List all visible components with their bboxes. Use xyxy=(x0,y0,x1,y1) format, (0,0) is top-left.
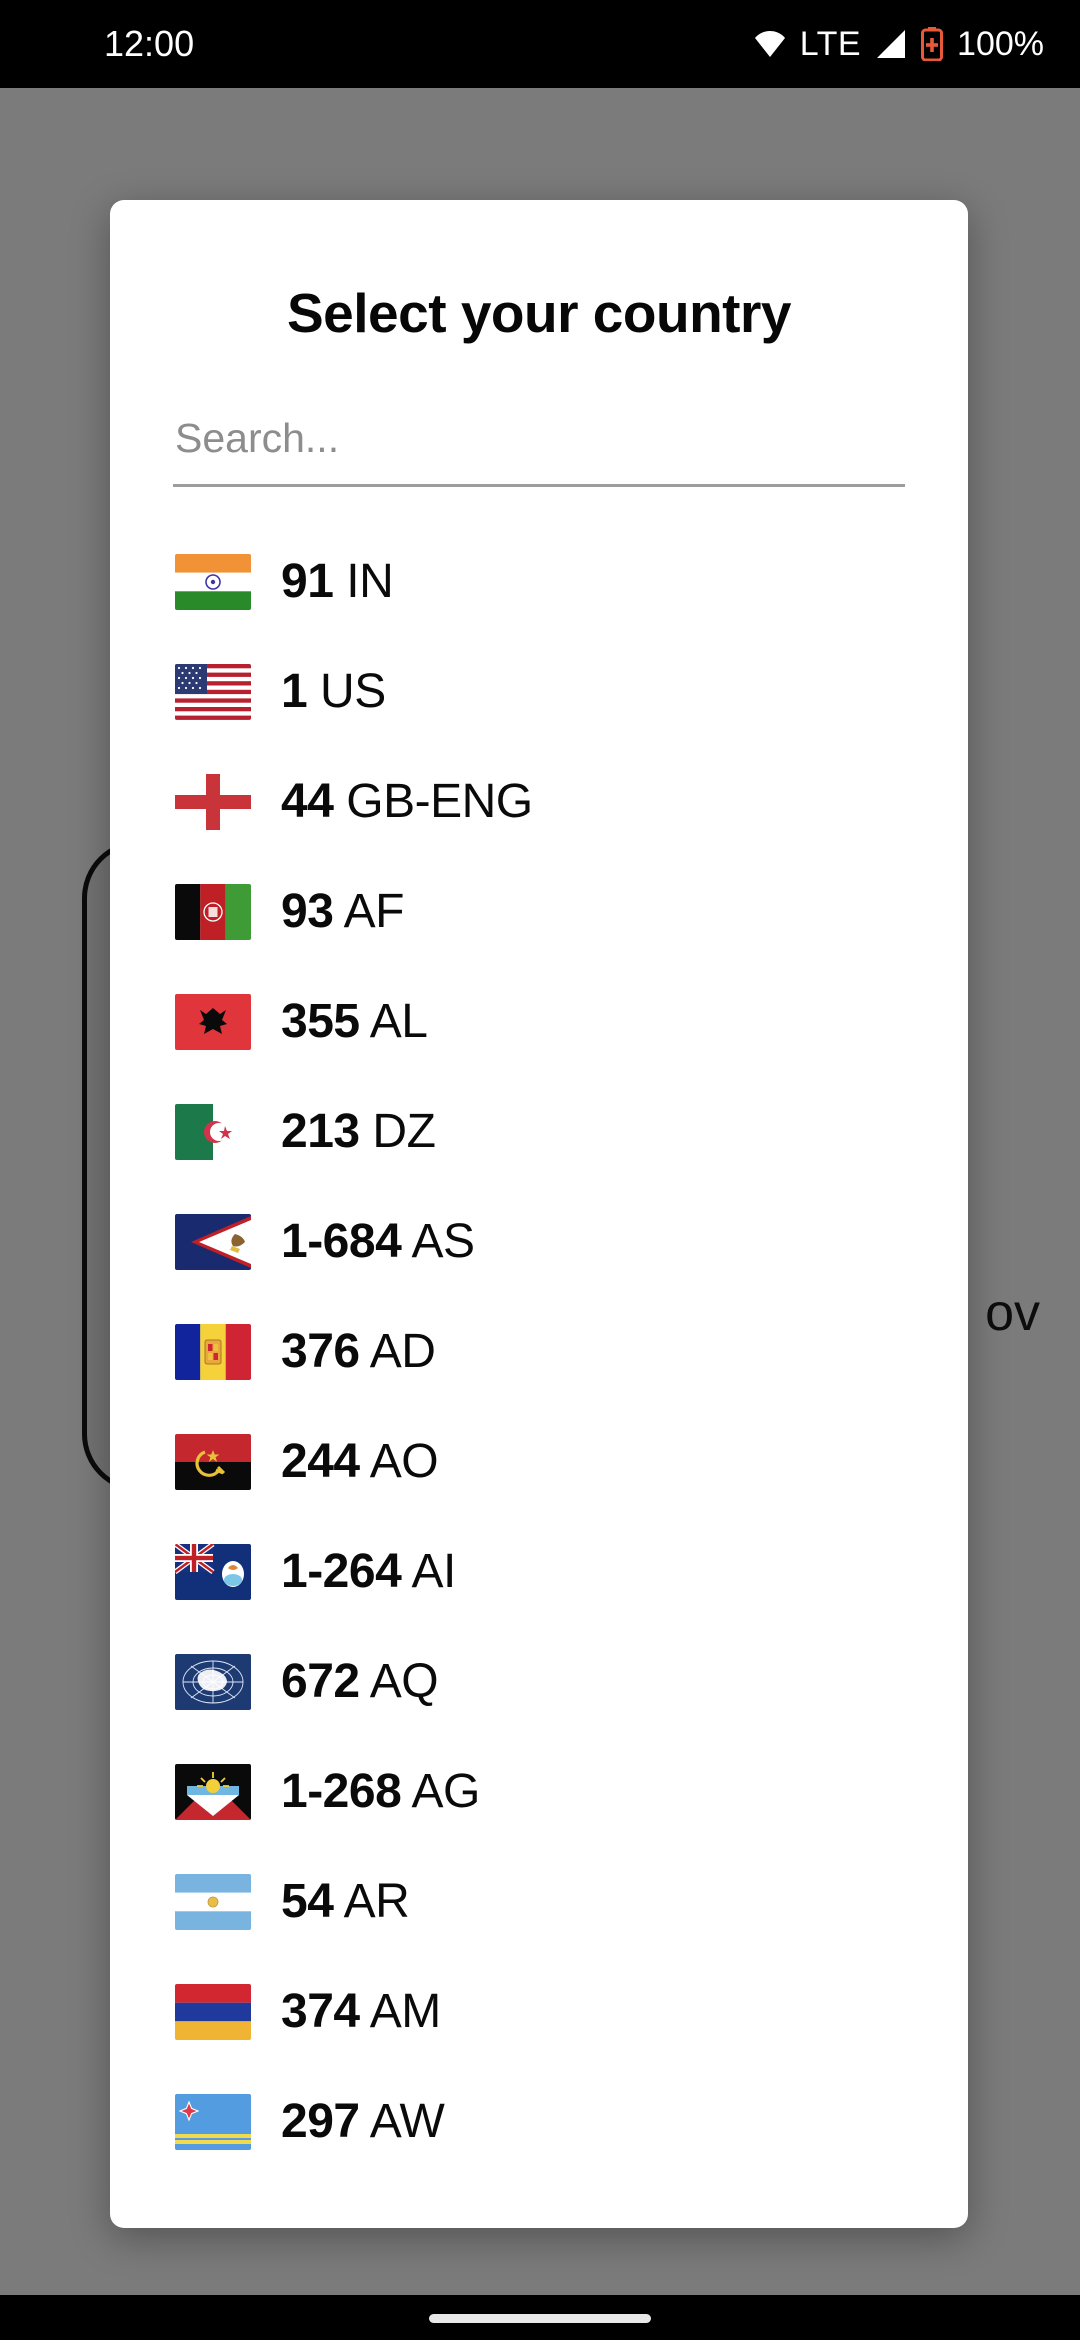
country-iso-code: AG xyxy=(401,1765,480,1818)
flag-united-states-icon xyxy=(175,664,251,720)
country-label: 374 AM xyxy=(281,1988,441,2036)
country-dial-code: 1-264 xyxy=(281,1545,402,1598)
flag-albania-icon xyxy=(175,994,251,1050)
flag-armenia-icon xyxy=(175,1984,251,2040)
country-dial-code: 374 xyxy=(281,1985,360,2038)
country-label: 297 AW xyxy=(281,2095,445,2148)
country-iso-code: AI xyxy=(401,1545,456,1598)
system-nav-bar xyxy=(0,2295,1080,2340)
status-clock: 12:00 xyxy=(104,23,195,64)
country-list-item[interactable]: 374 AM xyxy=(110,1957,968,2067)
country-label: 376 AD xyxy=(281,1325,436,1378)
country-dial-code: 244 xyxy=(281,1435,360,1488)
wifi-icon xyxy=(754,29,786,59)
country-dial-code: 54 xyxy=(281,1875,334,1928)
country-dial-code: 1-684 xyxy=(281,1215,402,1268)
battery-percentage: 100% xyxy=(957,25,1044,63)
country-iso-code: DZ xyxy=(359,1105,436,1158)
flag-angola-icon xyxy=(175,1434,251,1490)
country-picker-dialog: Select your country 91 IN 1 US 44 GB-ENG 93… xyxy=(110,200,968,2228)
page-title: Select your country xyxy=(287,282,791,344)
country-iso-code: AD xyxy=(359,1325,436,1378)
country-iso-code: AW xyxy=(359,2095,445,2148)
country-dial-code: 672 xyxy=(281,1655,360,1708)
country-list-item[interactable]: 376 AD xyxy=(110,1297,968,1407)
flag-england-icon xyxy=(175,774,251,830)
country-label: 54 AR xyxy=(281,1875,410,1928)
country-label: 44 GB-ENG xyxy=(281,778,533,826)
country-iso-code: AM xyxy=(359,1985,442,2038)
country-list-item[interactable]: 244 AO xyxy=(110,1407,968,1517)
search-underline xyxy=(173,484,905,487)
search-field-wrapper xyxy=(173,415,905,487)
network-type-label: LTE xyxy=(799,25,862,63)
flag-algeria-icon xyxy=(175,1104,251,1160)
country-label: 91 IN xyxy=(281,555,394,608)
flag-andorra-icon xyxy=(175,1324,251,1380)
country-list-item[interactable]: 54 AR xyxy=(110,1847,968,1957)
country-label: 213 DZ xyxy=(281,1105,436,1158)
country-label: 1-684 AS xyxy=(281,1215,475,1268)
country-dial-code: 93 xyxy=(281,885,334,938)
country-list-item[interactable]: 213 DZ xyxy=(110,1077,968,1187)
flag-afghanistan-icon xyxy=(175,884,251,940)
country-iso-code: AR xyxy=(333,1875,410,1928)
flag-india-icon xyxy=(175,554,251,610)
country-iso-code: IN xyxy=(333,555,394,608)
country-label: 1-264 AI xyxy=(281,1548,456,1596)
search-input[interactable] xyxy=(173,415,905,484)
status-bar: 12:00 LTE 100% xyxy=(0,0,1080,88)
country-dial-code: 91 xyxy=(281,555,334,608)
country-dial-code: 213 xyxy=(281,1105,360,1158)
home-indicator[interactable] xyxy=(429,2314,651,2323)
flag-argentina-icon xyxy=(175,1874,251,1930)
phone-screen: 12:00 LTE 100% ov Select your country Se… xyxy=(0,0,1080,2340)
country-list-item[interactable]: 44 GB-ENG xyxy=(110,747,968,857)
country-list-item[interactable]: 1-264 AI xyxy=(110,1517,968,1627)
country-iso-code: GB-ENG xyxy=(333,775,533,828)
country-dial-code: 376 xyxy=(281,1325,360,1378)
country-list-item[interactable]: 297 AW xyxy=(110,2067,968,2167)
flag-anguilla-icon xyxy=(175,1544,251,1600)
country-iso-code: AQ xyxy=(359,1655,439,1708)
battery-icon xyxy=(921,27,944,61)
country-dial-code: 1 xyxy=(281,665,308,718)
flag-antigua-and-barbuda-icon xyxy=(175,1764,251,1820)
country-dial-code: 355 xyxy=(281,995,360,1048)
country-list-item[interactable]: 355 AL xyxy=(110,967,968,1077)
country-list[interactable]: 91 IN 1 US 44 GB-ENG 93 AF 355 AL 213 DZ 1-684… xyxy=(110,527,968,2167)
country-iso-code: AL xyxy=(359,995,428,1048)
flag-antarctica-icon xyxy=(175,1654,251,1710)
country-label: 1 US xyxy=(281,668,386,716)
country-list-item[interactable]: 672 AQ xyxy=(110,1627,968,1737)
country-iso-code: US xyxy=(307,665,386,718)
flag-aruba-icon xyxy=(175,2094,251,2150)
country-iso-code: AS xyxy=(401,1215,475,1268)
country-dial-code: 44 xyxy=(281,775,334,828)
country-label: 355 AL xyxy=(281,998,428,1046)
country-iso-code: AF xyxy=(333,885,405,938)
country-list-item[interactable]: 1-684 AS xyxy=(110,1187,968,1297)
country-list-item[interactable]: 1 US xyxy=(110,637,968,747)
country-list-item[interactable]: 1-268 AG xyxy=(110,1737,968,1847)
signal-icon xyxy=(875,29,907,59)
country-label: 244 AO xyxy=(281,1435,439,1488)
country-list-item[interactable]: 91 IN xyxy=(110,527,968,637)
country-label: 93 AF xyxy=(281,888,404,936)
country-list-item[interactable]: 93 AF xyxy=(110,857,968,967)
country-label: 1-268 AG xyxy=(281,1768,480,1816)
country-iso-code: AO xyxy=(359,1435,439,1488)
status-icons: LTE 100% xyxy=(754,27,1044,61)
country-dial-code: 297 xyxy=(281,2095,360,2148)
country-dial-code: 1-268 xyxy=(281,1765,402,1818)
flag-american-samoa-icon xyxy=(175,1214,251,1270)
country-label: 672 AQ xyxy=(281,1655,439,1708)
